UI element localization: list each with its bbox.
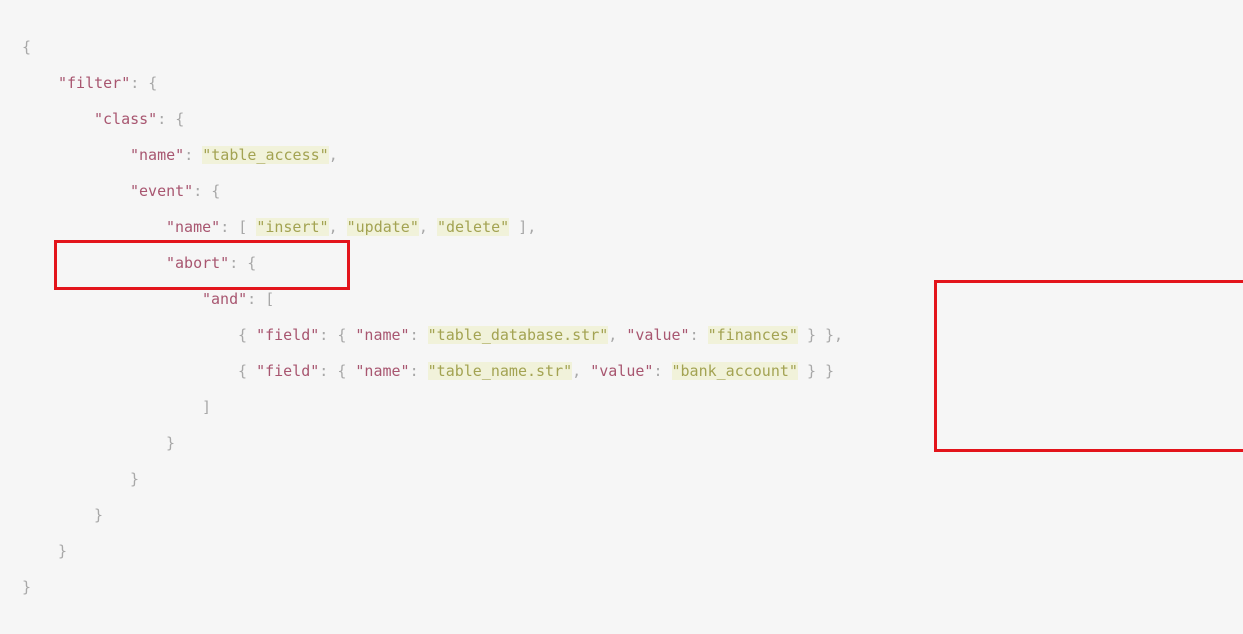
code-line: "filter": {: [58, 68, 157, 98]
json-string: "table_database.str": [427, 326, 609, 344]
json-key: "name": [166, 218, 221, 236]
code-line: }: [166, 428, 175, 458]
code-line: { "field": { "name": "table_name.str", "…: [238, 356, 834, 386]
json-string: "delete": [436, 218, 510, 236]
json-string: "table_access": [202, 146, 329, 164]
code-line: "class": {: [94, 104, 184, 134]
code-line: "name": [ "insert", "update", "delete" ]…: [166, 212, 536, 242]
json-punctuation: ,: [572, 362, 591, 380]
code-line: { "field": { "name": "table_database.str…: [238, 320, 843, 350]
json-punctuation: : {: [193, 182, 221, 200]
json-punctuation: }: [22, 578, 32, 596]
json-punctuation: }: [94, 506, 104, 524]
json-punctuation: ,: [328, 218, 347, 236]
json-key: "name": [130, 146, 185, 164]
code-line: }: [22, 572, 31, 602]
json-punctuation: :: [689, 326, 708, 344]
json-punctuation: : [: [220, 218, 257, 236]
code-line: {: [22, 32, 31, 62]
json-punctuation: : [: [247, 290, 275, 308]
json-string: "insert": [256, 218, 329, 236]
json-punctuation: : {: [157, 110, 185, 128]
json-punctuation: ,: [418, 218, 437, 236]
json-punctuation: }: [166, 434, 176, 452]
json-punctuation: : {: [130, 74, 158, 92]
json-key: "filter": [58, 74, 131, 92]
json-string: "table_name.str": [427, 362, 573, 380]
json-string: "finances": [707, 326, 798, 344]
json-punctuation: {: [238, 326, 257, 344]
json-key: "name": [355, 362, 410, 380]
json-punctuation: :: [409, 326, 428, 344]
json-punctuation: ],: [509, 218, 537, 236]
json-code-block: {"filter": {"class": {"name": "table_acc…: [0, 0, 1243, 634]
code-line: "event": {: [130, 176, 220, 206]
json-key: "and": [202, 290, 248, 308]
json-punctuation: :: [653, 362, 672, 380]
json-key: "value": [590, 362, 654, 380]
json-punctuation: ,: [608, 326, 627, 344]
json-key: "field": [256, 362, 320, 380]
json-key: "field": [256, 326, 320, 344]
json-punctuation: {: [238, 362, 257, 380]
json-key: "event": [130, 182, 194, 200]
highlight-box-values: [934, 280, 1243, 452]
json-punctuation: : {: [319, 326, 356, 344]
json-punctuation: :: [184, 146, 203, 164]
code-line: }: [130, 464, 139, 494]
json-string: "update": [346, 218, 419, 236]
json-punctuation: }: [130, 470, 140, 488]
json-string: "bank_account": [671, 362, 798, 380]
json-key: "name": [355, 326, 410, 344]
json-key: "class": [94, 110, 158, 128]
json-punctuation: }: [58, 542, 68, 560]
code-line: "name": "table_access",: [130, 140, 338, 170]
json-punctuation: ]: [202, 398, 212, 416]
json-key: "value": [626, 326, 690, 344]
code-line: ]: [202, 392, 211, 422]
code-line: }: [94, 500, 103, 530]
json-punctuation: } }: [797, 362, 835, 380]
json-punctuation: :: [409, 362, 428, 380]
json-punctuation: {: [22, 38, 32, 56]
code-line: }: [58, 536, 67, 566]
json-punctuation: } },: [797, 326, 844, 344]
highlight-box-abort: [54, 240, 350, 290]
json-punctuation: ,: [328, 146, 338, 164]
json-punctuation: : {: [319, 362, 356, 380]
